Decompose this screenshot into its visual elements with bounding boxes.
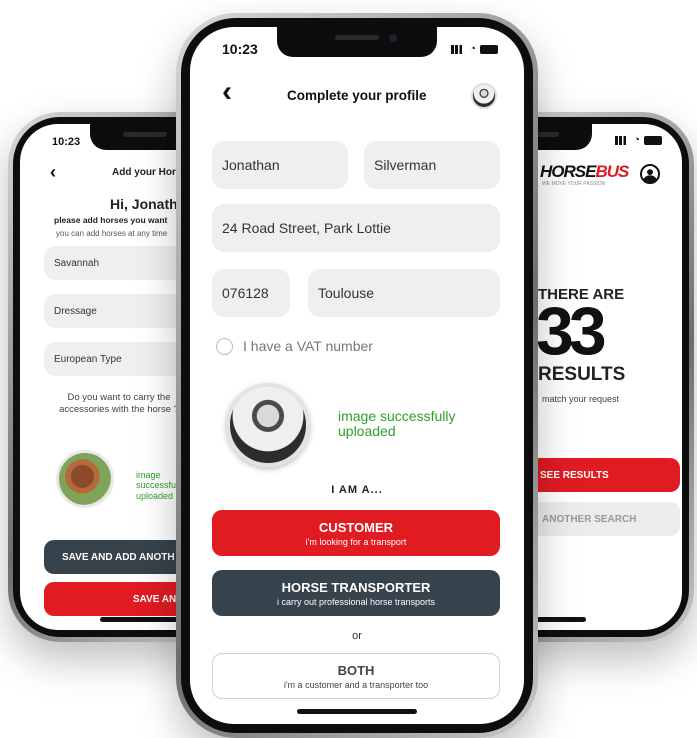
transporter-subtitle: i carry out professional horse transport… [276,596,436,607]
signal-icon [615,136,630,145]
or-divider: or [352,630,362,642]
horsebus-logo: HORSEBUS [540,162,629,182]
back-chevron-icon[interactable]: ‹ [222,77,232,107]
logo-tagline: WE MOVE YOUR PASSION [542,181,606,187]
both-button[interactable]: BOTH i'm a customer and a transporter to… [212,653,500,699]
center-status-time: 10:23 [222,41,258,57]
profile-page-title: Complete your profile [287,88,427,103]
both-subtitle: i'm a customer and a transporter too [283,679,429,690]
transporter-title: HORSE TRANSPORTER [281,579,431,595]
another-search-label: ANOTHER SEARCH [542,513,637,525]
signal-icon [451,45,466,54]
profile-icon[interactable] [640,164,660,184]
center-speaker [335,35,379,40]
first-name-input[interactable]: Jonathan [212,141,348,189]
address-value: 24 Road Street, Park Lottie [222,220,391,236]
left-hint: you can add horses at any time [56,229,168,238]
both-title: BOTH [337,662,375,678]
center-status-icons: ◔ [451,43,498,55]
horse-photo[interactable] [56,450,114,508]
see-results-label: SEE RESULTS [540,469,609,481]
left-subtitle: please add horses you want [54,215,168,225]
discipline-value: Dressage [54,305,97,317]
vat-label: I have a VAT number [243,338,373,354]
last-name-value: Silverman [374,157,437,173]
results-count: 33 [536,293,607,369]
header-avatar[interactable] [471,83,497,109]
customer-button[interactable]: CUSTOMER i'm looking for a transport [212,510,500,556]
center-home-indicator [297,709,417,714]
center-notch [277,27,437,57]
another-search-button[interactable]: ANOTHER SEARCH [520,502,680,536]
first-name-value: Jonathan [222,157,280,173]
accessories-question: Do you want to carry the accessories wit… [59,392,179,415]
match-text: match your request [542,394,620,404]
save-and-add-label: SAVE AND ADD ANOTH [62,551,175,563]
front-camera [389,34,397,42]
last-name-input[interactable]: Silverman [364,141,500,189]
role-heading: I AM A... [331,484,383,496]
customer-subtitle: i'm looking for a transport [305,536,407,547]
city-value: Toulouse [318,285,375,301]
center-upload-status: image successfully uploaded [338,408,456,439]
logo-bus: BUS [595,162,629,181]
horse-transporter-button[interactable]: HORSE TRANSPORTER i carry out profession… [212,570,500,616]
city-input[interactable]: Toulouse [308,269,500,317]
horse-name-value: Savannah [54,257,100,269]
vat-radio[interactable] [216,338,233,355]
left-speaker [123,132,168,137]
wifi-icon: ◔ [633,134,640,146]
profile-photo[interactable] [226,383,310,467]
center-phone: 10:23 ◔ ‹ Complete your profile Jonathan… [176,13,538,738]
customer-title: CUSTOMER [318,519,394,535]
logo-horse: HORSE [540,162,596,181]
address-input[interactable]: 24 Road Street, Park Lottie [212,204,500,252]
see-results-button[interactable]: SEE RESULTS [520,458,680,492]
results-label: RESULTS [538,364,626,385]
left-status-time: 10:23 [52,136,81,148]
battery-icon [480,45,498,54]
center-phone-screen: 10:23 ◔ ‹ Complete your profile Jonathan… [190,27,524,724]
battery-icon [644,136,662,145]
postcode-value: 076128 [222,285,269,301]
back-arrow-icon[interactable]: ‹ [50,162,56,183]
horse-type-value: European Type [54,353,122,365]
postcode-input[interactable]: 076128 [212,269,290,317]
wifi-icon: ◔ [469,43,476,55]
right-status-icons: ◔ [615,134,662,146]
